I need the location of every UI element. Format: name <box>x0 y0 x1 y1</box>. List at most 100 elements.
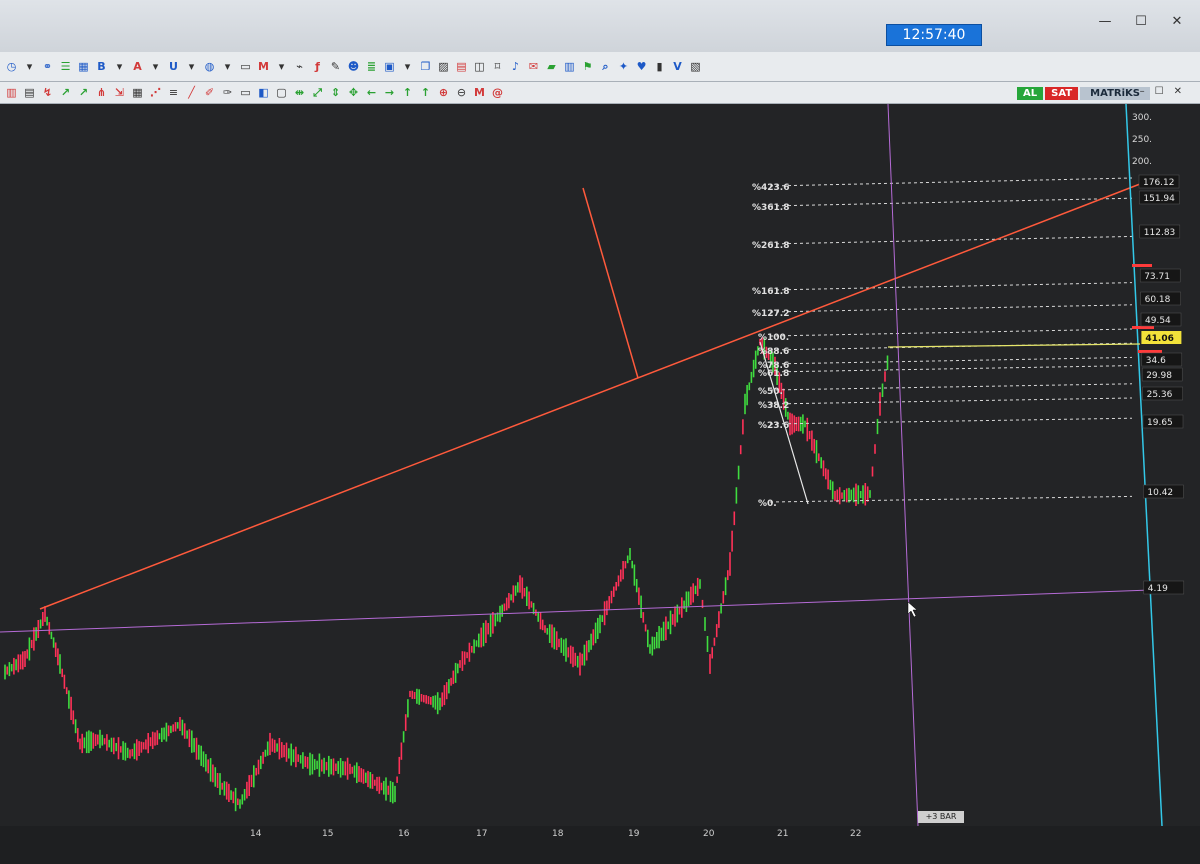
fork-icon[interactable]: ⋔ <box>94 85 109 100</box>
signal-icon[interactable]: ≣ <box>364 59 379 74</box>
dropdown-icon[interactable]: ▾ <box>184 59 199 74</box>
title-bar: 12:57:40 — ☐ ✕ <box>0 0 1200 52</box>
calculator-icon[interactable]: ▥ <box>562 59 577 74</box>
vwap-icon[interactable]: ▭ <box>238 59 253 74</box>
sell-button[interactable]: SAT <box>1045 87 1079 100</box>
inner-window-controls: – ☐ ✕ <box>1140 86 1182 97</box>
inner-maximize-button[interactable]: ☐ <box>1155 86 1164 97</box>
price-tick-label: 250. <box>1132 135 1152 145</box>
price-label: 10.42 <box>1147 488 1173 498</box>
trendline[interactable] <box>39 183 1141 610</box>
fib-level-line <box>769 235 1133 245</box>
zoom-icon[interactable]: ⊕ <box>436 85 451 100</box>
fib-level-line <box>769 282 1133 291</box>
bell-icon[interactable]: ♪ <box>508 59 523 74</box>
people-icon[interactable]: ☻ <box>346 59 361 74</box>
paint-icon[interactable]: ✐ <box>202 85 217 100</box>
chart-canvas[interactable]: %423.6%361.8%261.8%161.8%127.2%100.%88.6… <box>0 104 1200 826</box>
channel-icon[interactable]: ≡ <box>166 85 181 100</box>
fib-icon[interactable]: ⋰ <box>148 85 163 100</box>
search-icon[interactable]: ⌕ <box>598 59 613 74</box>
copy-icon[interactable]: ❐ <box>418 59 433 74</box>
arrow-icon[interactable]: ⇲ <box>112 85 127 100</box>
mail-icon[interactable]: ✉ <box>526 59 541 74</box>
line-icon[interactable]: ╱ <box>184 85 199 100</box>
chat-icon[interactable]: ▰ <box>544 59 559 74</box>
inner-minimize-button[interactable]: – <box>1140 86 1145 97</box>
image-icon[interactable]: ▨ <box>436 59 451 74</box>
price-chart[interactable]: %423.6 %361.8 %261.8 %161.8 %127.2 %100. %88.6… <box>0 104 1200 826</box>
underline-icon[interactable]: U <box>166 59 181 74</box>
bookmark-icon[interactable]: ⌑ <box>490 59 505 74</box>
flag-icon[interactable]: ⚑ <box>580 59 595 74</box>
arrow-right-icon[interactable]: → <box>382 85 397 100</box>
at-icon[interactable]: @ <box>490 85 505 100</box>
shape-icon[interactable]: ◧ <box>256 85 271 100</box>
dropdown-icon[interactable]: ▾ <box>274 59 289 74</box>
buy-button[interactable]: AL <box>1017 87 1044 100</box>
vertical-arrows-icon[interactable]: ⇕ <box>328 85 343 100</box>
fib-level-label: %100. <box>758 333 789 343</box>
price-label: 34.6 <box>1146 356 1166 366</box>
arrow-up-alt-icon[interactable]: ↑ <box>418 85 433 100</box>
arrow-left-icon[interactable]: ← <box>364 85 379 100</box>
layer-icon[interactable]: ◫ <box>472 59 487 74</box>
handshake-icon[interactable]: ⚭ <box>40 59 55 74</box>
date-label: 18 <box>552 829 564 839</box>
minimize-button[interactable]: — <box>1098 14 1112 29</box>
bars-icon[interactable]: ▤ <box>22 85 37 100</box>
picture-icon[interactable]: ▤ <box>454 59 469 74</box>
move-icon[interactable]: ✥ <box>346 85 361 100</box>
price-label: 25.36 <box>1147 390 1173 400</box>
bold-icon[interactable]: B <box>94 59 109 74</box>
chart-line-icon[interactable]: ⌁ <box>292 59 307 74</box>
arrows-icon[interactable]: ⇹ <box>292 85 307 100</box>
ruler-icon[interactable]: ▦ <box>130 85 145 100</box>
fib-level-label: %61.8 <box>758 369 789 379</box>
close-button[interactable]: ✕ <box>1170 14 1184 29</box>
arrow-up-icon[interactable]: ↑ <box>400 85 415 100</box>
function-icon[interactable]: ƒ <box>310 59 325 74</box>
date-label: 20 <box>703 829 715 839</box>
dropdown-icon[interactable]: ▾ <box>112 59 127 74</box>
text-icon[interactable]: A <box>130 59 145 74</box>
text-box-icon[interactable]: ▭ <box>238 85 253 100</box>
globe-icon[interactable]: ◍ <box>202 59 217 74</box>
note-icon[interactable]: ▮ <box>652 59 667 74</box>
save-icon[interactable]: ▣ <box>382 59 397 74</box>
price-label: 49.54 <box>1145 316 1171 326</box>
fib-level-line <box>769 365 1133 373</box>
heart-icon[interactable]: ♥ <box>634 59 649 74</box>
dropdown-icon[interactable]: ▾ <box>220 59 235 74</box>
m-icon[interactable]: M <box>472 85 487 100</box>
indicator-icon[interactable]: ↯ <box>40 85 55 100</box>
fib-level-line <box>769 397 1133 405</box>
trend-up-icon[interactable]: ↗ <box>58 85 73 100</box>
dropdown-icon[interactable]: ▾ <box>22 59 37 74</box>
dropdown-icon[interactable]: ▾ <box>400 59 415 74</box>
clock-icon[interactable]: ◷ <box>4 59 19 74</box>
fib-level-label: %127.2 <box>752 309 790 319</box>
expand-icon[interactable]: ⤢ <box>310 85 325 100</box>
date-label: 15 <box>322 829 334 839</box>
book-icon[interactable]: ▧ <box>688 59 703 74</box>
fib-level-line <box>769 495 1133 503</box>
square-icon[interactable]: ▢ <box>274 85 289 100</box>
main-toolbar: ◷ ▾ ⚭ ☰ ▦ B ▾ A ▾ U ▾ ◍ ▾ ▭ M ▾ ⌁ ƒ ✎ ☻ … <box>0 52 1200 82</box>
brush-icon[interactable]: ✑ <box>220 85 235 100</box>
price-label: 112.83 <box>1144 228 1176 238</box>
dropdown-icon[interactable]: ▾ <box>148 59 163 74</box>
price-labels: 176.12 151.94 112.83 73.71 60.18 49.54 41.06 34… <box>1138 174 1185 595</box>
trend-icon[interactable]: ↗ <box>76 85 91 100</box>
v-icon[interactable]: V <box>670 59 685 74</box>
inner-close-button[interactable]: ✕ <box>1174 86 1182 97</box>
grid-icon[interactable]: ▦ <box>76 59 91 74</box>
formula-icon[interactable]: ✎ <box>328 59 343 74</box>
gmail-icon[interactable]: M <box>256 59 271 74</box>
list-icon[interactable]: ☰ <box>58 59 73 74</box>
zoom-out-icon[interactable]: ⊖ <box>454 85 469 100</box>
maximize-button[interactable]: ☐ <box>1134 14 1148 29</box>
twitter-icon[interactable]: ✦ <box>616 59 631 74</box>
candle-icon[interactable]: ▥ <box>4 85 19 100</box>
perpendicular-line[interactable] <box>582 187 639 379</box>
